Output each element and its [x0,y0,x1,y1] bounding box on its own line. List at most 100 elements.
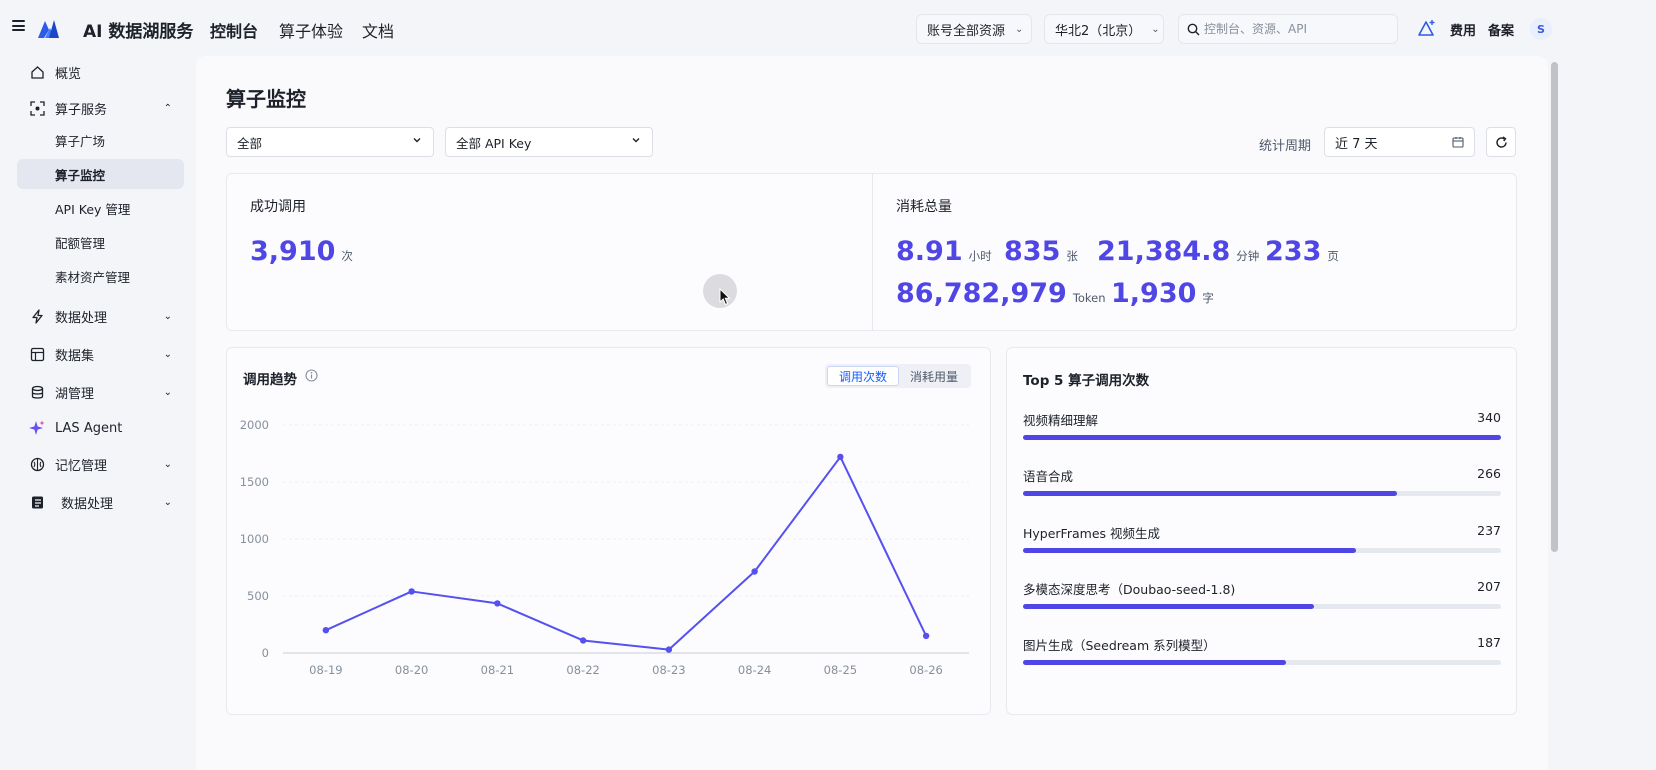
brand-title[interactable]: AI 数据湖服务 [83,17,193,42]
top5-title: Top 5 算子调用次数 [1023,373,1150,389]
search-input[interactable] [1204,22,1384,36]
nav-operator-experience[interactable]: 算子体验 [279,18,343,42]
apikey-filter-value: 全部 API Key [456,135,532,151]
x-tick-label: 08-26 [909,663,942,677]
refresh-button[interactable] [1486,127,1516,157]
sidebar-item-label: 数据处理 [61,496,114,512]
brain-icon [29,456,45,472]
menu-icon[interactable] [12,20,25,31]
sidebar-item-las-agent[interactable]: LAS Agent [17,413,184,443]
data-point [322,627,330,634]
top5-bar-fill [1023,603,1315,609]
metric-value: 21,384.8 [1097,236,1231,267]
metric-value: 835 [1004,236,1061,267]
sidebar-sub-quota[interactable]: 配额管理 [17,227,184,257]
metric-unit: Token [1072,291,1106,305]
trend-line-chart: 2000 1500 1000 500 0 08-19 08-20 08-21 08-22 08-2… [240,418,969,677]
period-picker[interactable]: 近 7 天 [1324,127,1475,157]
sidebar-item-data-processing[interactable]: 数据处理 ⌄ [17,301,184,331]
chevron-down-icon: ⌄ [163,348,172,360]
scrollbar[interactable] [1549,56,1560,770]
top5-bar-track [1023,660,1501,666]
cursor-icon [719,288,731,306]
consumption-metric: 8.91 小时 [896,236,992,267]
metric-unit: 次 [341,249,353,263]
chevron-down-icon [413,138,421,143]
avatar[interactable]: S [1530,18,1552,40]
nav-docs[interactable]: 文档 [362,18,394,42]
sidebar-item-operator-service[interactable]: 算子服务 ⌃ [17,93,184,123]
top5-bar-track [1023,547,1501,553]
metric-value: 233 [1265,236,1322,267]
top5-value: 266 [1477,466,1501,482]
sidebar-item-label: 记忆管理 [55,458,108,474]
consumption-metric: 21,384.8 分钟 [1097,236,1259,267]
y-tick-label: 0 [262,646,269,660]
link-filing[interactable]: 备案 [1488,20,1514,39]
account-scope-label: 账号全部资源 [927,23,1006,39]
top5-label: 图片生成（Seedream 系列模型） [1023,638,1216,654]
tab-consumption[interactable]: 消耗用量 [899,366,969,386]
sidebar-item-lake-management[interactable]: 湖管理 ⌄ [17,377,184,407]
top5-label: 语音合成 [1023,469,1074,485]
search-box[interactable] [1178,14,1398,44]
top5-bar-fill [1023,491,1397,497]
stats-panel: 成功调用 3,910 次 消耗总量 8.91 小时 835 张 21,384.8 分钟 … [226,173,1517,331]
data-point [494,600,501,607]
operator-filter-select[interactable]: 全部 [226,127,434,157]
top5-value: 207 [1477,578,1501,594]
metric-value: 1,930 [1111,278,1197,309]
top5-bar-track [1023,603,1501,609]
consumption-metric: 86,782,979 Token [896,278,1106,309]
account-scope-select[interactable]: 账号全部资源 ⌄ [916,14,1032,44]
metric-unit: 小时 [968,249,992,263]
metric-unit: 字 [1202,291,1214,305]
chevron-down-icon: ⌄ [163,386,172,398]
data-point [837,453,844,461]
notebook-icon [29,494,45,510]
sidebar: 概览 算子服务 ⌃ 算子广场 算子监控 API Key 管理 配额管理 素材资产… [0,56,196,770]
home-icon [29,64,45,80]
period-value: 近 7 天 [1335,136,1378,152]
operator-icon [29,100,45,116]
sidebar-sub-api-key[interactable]: API Key 管理 [17,193,184,223]
consumption-title: 消耗总量 [896,199,952,215]
top5-bar-track [1023,491,1501,497]
data-point [408,588,415,595]
top5-value: 237 [1477,522,1501,538]
consumption-metric: 1,930 字 [1111,278,1214,309]
sidebar-item-dataset[interactable]: 数据集 ⌄ [17,339,184,369]
metric-value: 3,910 [250,236,336,267]
sparkle-icon [29,420,45,436]
trend-title: 调用趋势 [243,372,297,388]
sidebar-sub-assets[interactable]: 素材资产管理 [17,261,184,291]
consumption-metric: 233 页 [1265,236,1339,267]
data-point [665,646,673,653]
sidebar-item-label: 算子服务 [55,102,108,118]
region-select[interactable]: 华北2（北京） ⌄ [1044,14,1164,44]
scrollbar-thumb[interactable] [1551,62,1558,552]
billing-icon[interactable] [1417,19,1437,37]
chevron-up-icon: ⌃ [163,102,172,114]
database-icon [29,384,45,400]
info-icon[interactable] [305,369,318,382]
series-line [325,455,928,651]
sidebar-sub-operator-square[interactable]: 算子广场 [17,125,184,155]
chevron-down-icon: ⌄ [1015,23,1024,35]
nav-console[interactable]: 控制台 [210,18,258,42]
sidebar-item-label: 数据集 [55,348,95,364]
sidebar-item-data-processing-2[interactable]: 数据处理 ⌄ [17,487,184,517]
apikey-filter-select[interactable]: 全部 API Key [445,127,653,157]
tab-call-count[interactable]: 调用次数 [827,366,900,386]
lightning-icon [29,308,45,324]
sidebar-item-memory[interactable]: 记忆管理 ⌄ [17,449,184,479]
link-billing[interactable]: 费用 [1450,20,1476,39]
sidebar-sub-operator-monitor[interactable]: 算子监控 [17,159,184,189]
x-tick-label: 08-21 [481,663,514,677]
table-icon [29,346,45,362]
top5-bar-track [1023,435,1501,440]
top5-card: Top 5 算子调用次数 视频精细理解 340 语音合成 266 HyperFrames… [1006,347,1517,715]
y-tick-label: 2000 [240,418,269,432]
top-bar: AI 数据湖服务 控制台 算子体验 文档 账号全部资源 ⌄ 华北2（北京） ⌄ … [0,0,1656,56]
sidebar-item-overview[interactable]: 概览 [17,57,184,87]
